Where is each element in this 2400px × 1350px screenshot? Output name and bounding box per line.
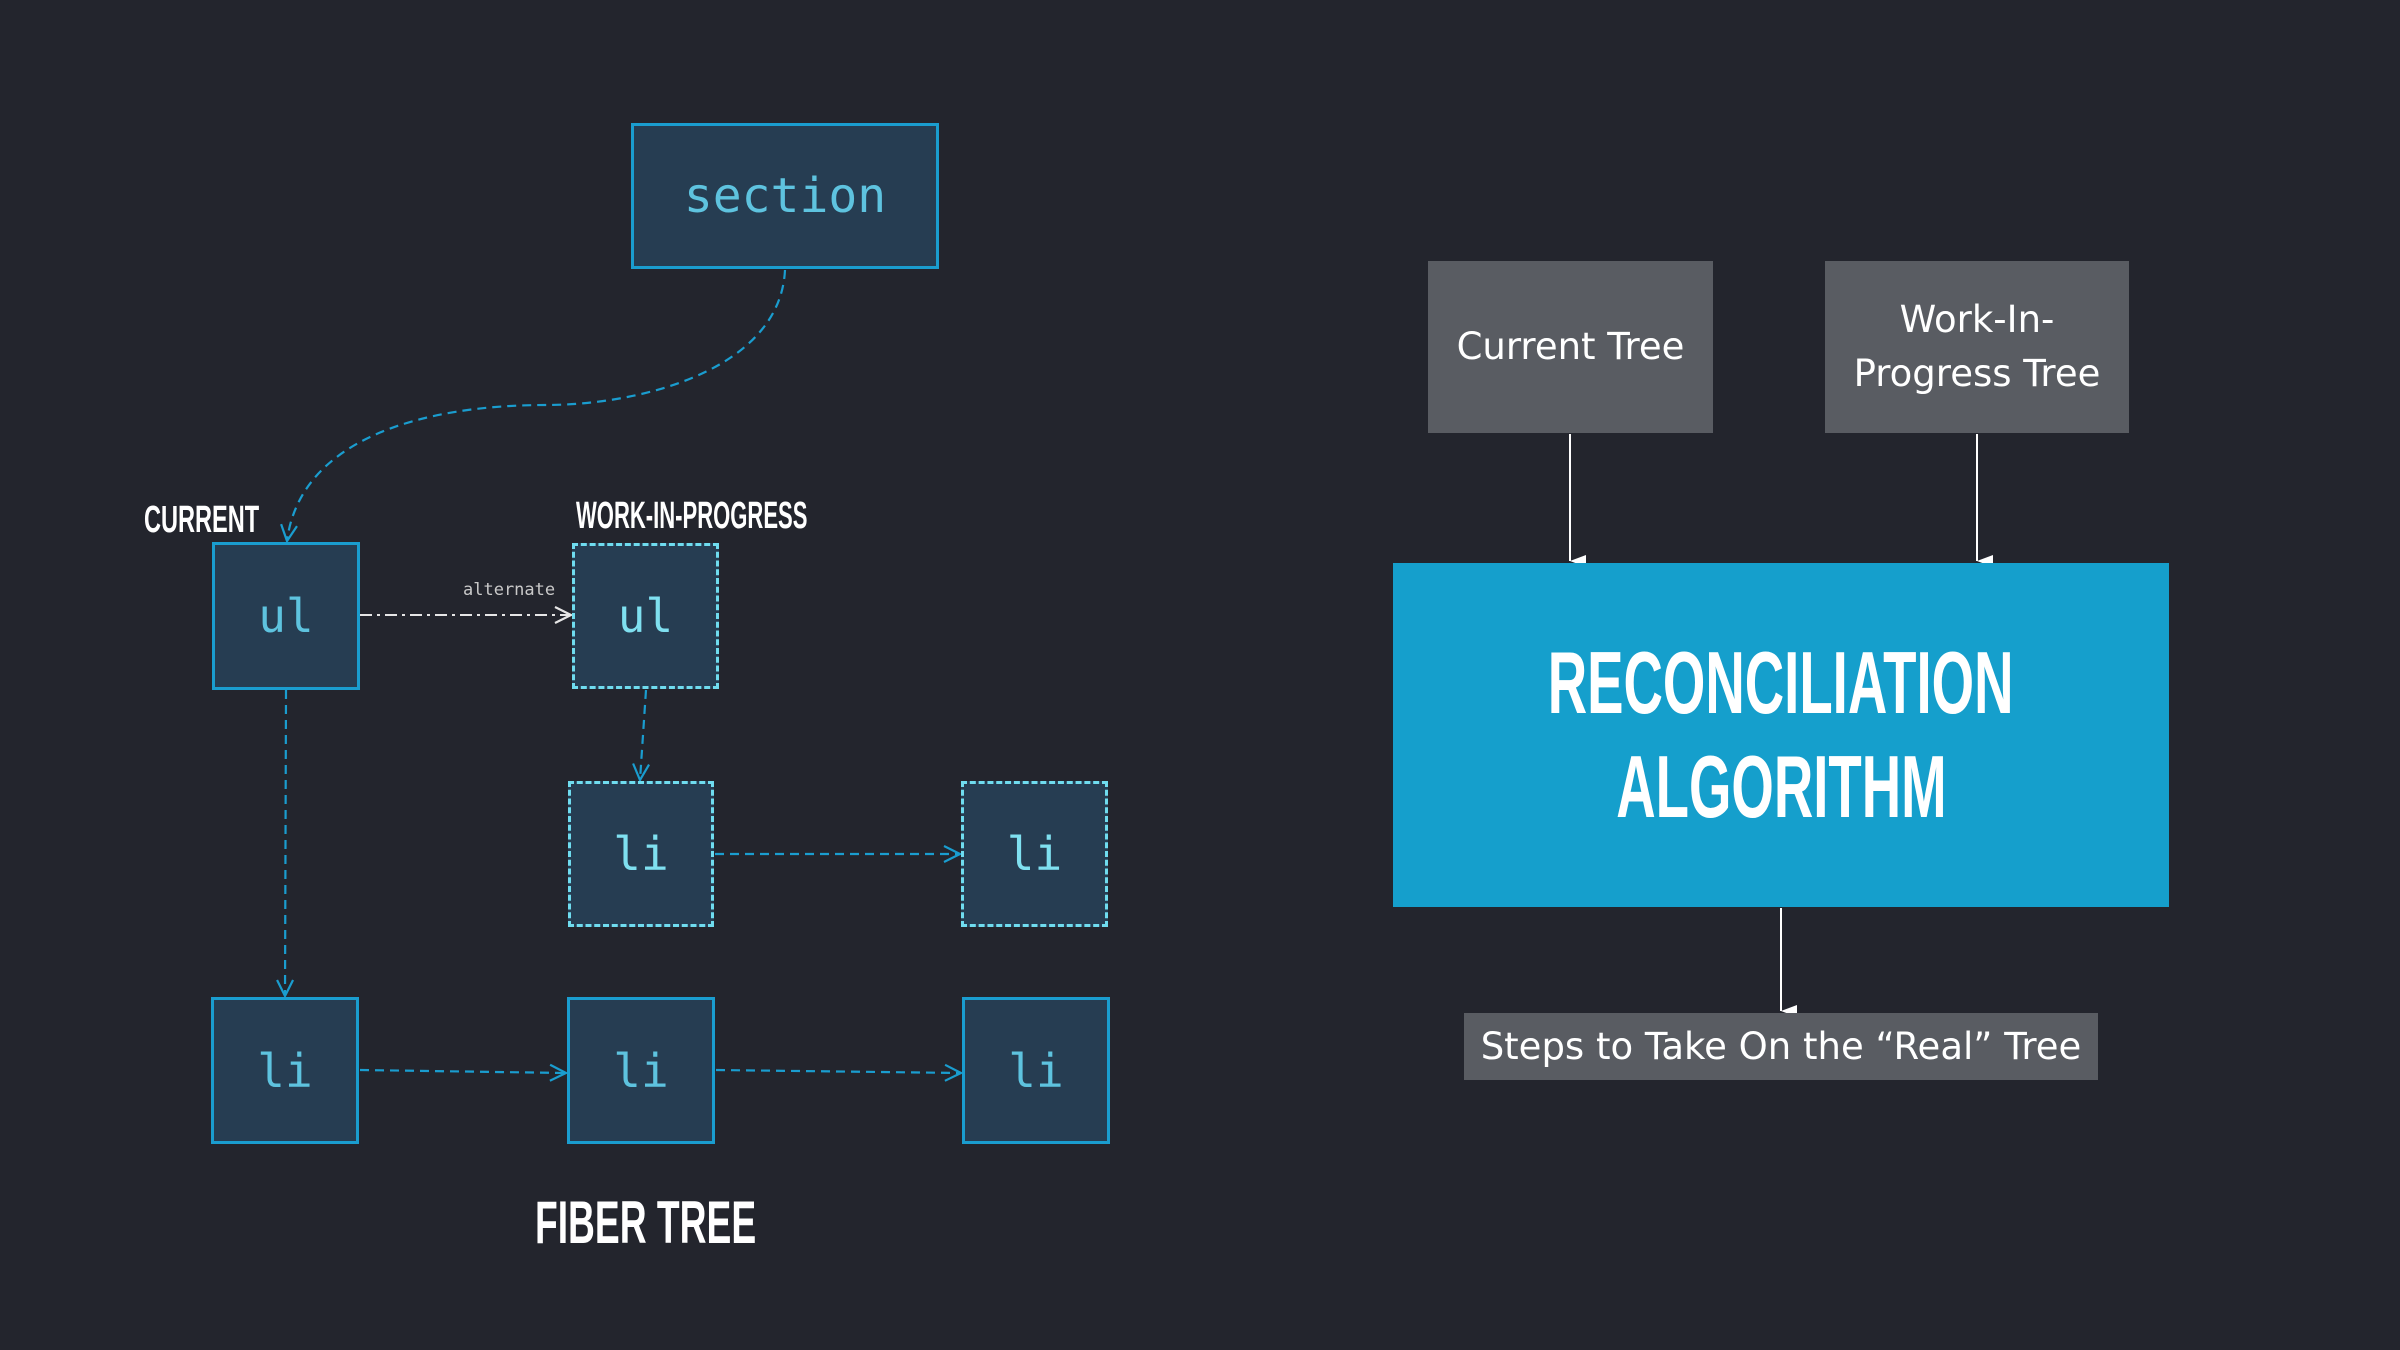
node-wip-ul: ul [572, 543, 719, 689]
node-current-li-3: li [962, 997, 1110, 1144]
box-reconciliation-algorithm: RECONCILIATION ALGORITHM [1393, 563, 2169, 907]
edge-current-ul-to-li [285, 689, 286, 996]
box-label-line-2: Progress Tree [1853, 352, 2101, 395]
algorithm-title-line-2: ALGORITHM [1615, 737, 1947, 836]
box-current-tree: Current Tree [1428, 261, 1713, 433]
node-label: li [1006, 827, 1063, 881]
node-wip-li-2: li [961, 781, 1108, 927]
label-current: CURRENT [144, 499, 260, 541]
node-label: ul [258, 589, 314, 643]
node-label: ul [617, 589, 674, 643]
node-current-li-1: li [211, 997, 359, 1144]
node-section: section [631, 123, 939, 269]
node-current-ul: ul [212, 542, 360, 690]
edge-wip-ul-to-wip-li [640, 689, 646, 780]
label-alternate: alternate [463, 580, 556, 600]
edge-current-li-1-to-2 [359, 1070, 566, 1073]
box-label: Steps to Take On the “Real” Tree [1480, 1024, 2082, 1068]
edge-current-li-2-to-3 [715, 1070, 961, 1073]
box-work-in-progress-tree: Work-In- Progress Tree [1825, 261, 2129, 433]
node-label: section [683, 168, 887, 224]
node-wip-li-1: li [568, 781, 714, 927]
node-label: li [257, 1043, 313, 1098]
box-steps-output: Steps to Take On the “Real” Tree [1464, 1013, 2098, 1080]
algorithm-title-line-1: RECONCILIATION [1548, 633, 2014, 732]
node-label: li [1008, 1043, 1064, 1098]
node-current-li-2: li [567, 997, 715, 1144]
label-work-in-progress: WORK-IN-PROGRESS [576, 495, 808, 537]
fiber-tree-title: FIBER TREE [535, 1189, 757, 1256]
node-label: li [613, 1043, 669, 1098]
node-label: li [613, 827, 669, 881]
box-label-line-1: Work-In- [1899, 298, 2055, 341]
box-label: Current Tree [1456, 325, 1685, 368]
